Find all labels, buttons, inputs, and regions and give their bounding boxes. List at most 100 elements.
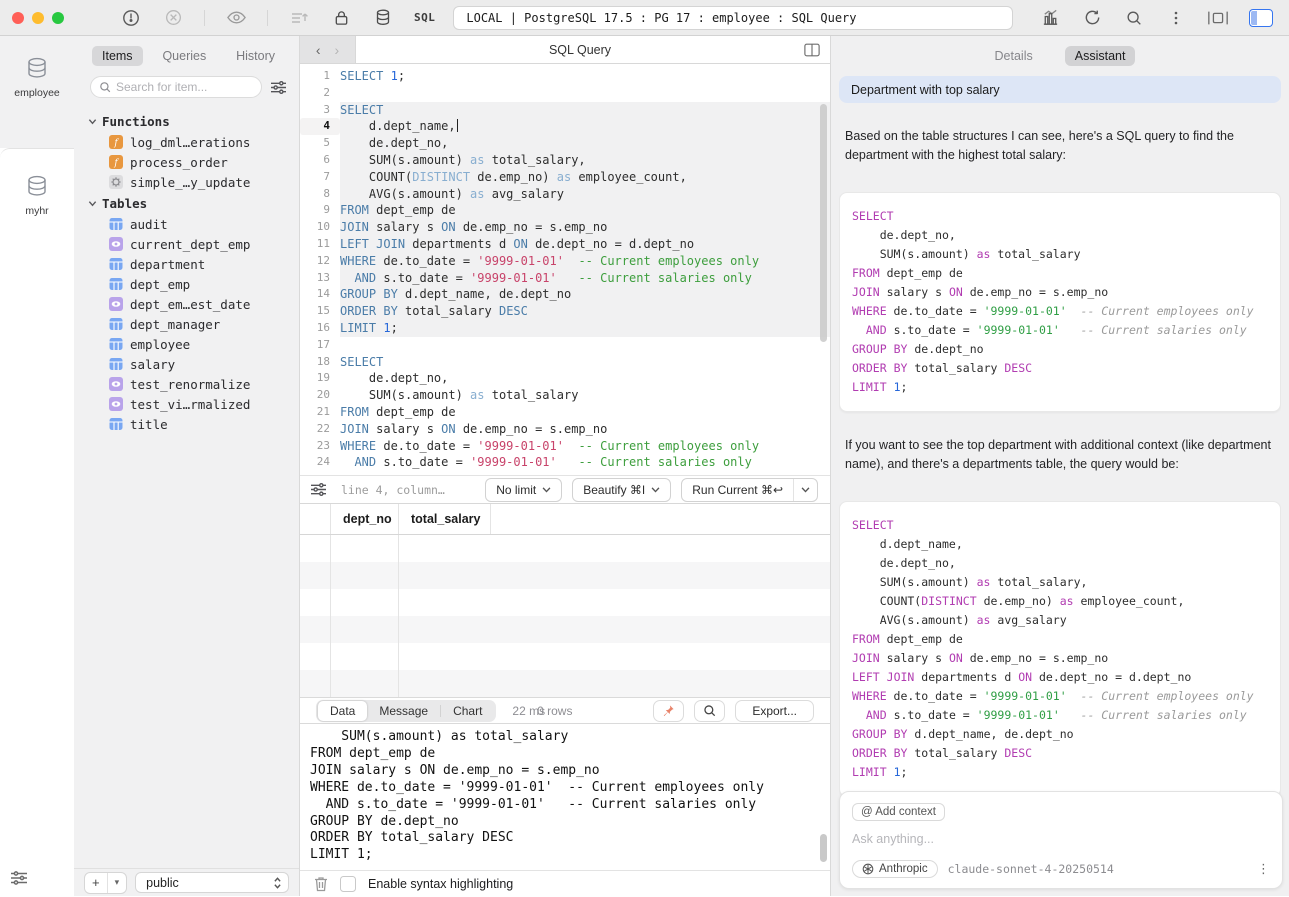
- tree-group-tables[interactable]: Tables: [74, 192, 299, 214]
- tree-item-department[interactable]: department: [74, 254, 299, 274]
- tree-item-dept_emest_date[interactable]: dept_em…est_date: [74, 294, 299, 314]
- editor-line-12[interactable]: 12WHERE de.to_date = '9999-01-01' -- Cur…: [300, 253, 830, 270]
- chevron-down-icon[interactable]: ▾: [107, 873, 127, 893]
- column-header-dept-no[interactable]: dept_no: [330, 504, 398, 534]
- editor-line-2[interactable]: 2: [300, 85, 830, 102]
- pin-button[interactable]: [653, 700, 684, 722]
- run-options-chevron[interactable]: [793, 479, 817, 501]
- eye-icon[interactable]: [225, 7, 247, 29]
- schema-select[interactable]: public: [135, 872, 289, 893]
- editor-line-21[interactable]: 21FROM dept_emp de: [300, 404, 830, 421]
- ai-input-card[interactable]: @ Add context Ask anything... Anthropic …: [839, 791, 1283, 889]
- editor-line-6[interactable]: 6 SUM(s.amount) as total_salary,: [300, 152, 830, 169]
- table-row[interactable]: [300, 616, 830, 643]
- tab-chart[interactable]: Chart: [441, 701, 494, 721]
- toggle-left-panel-button[interactable]: [1249, 9, 1273, 27]
- editor-line-5[interactable]: 5 de.dept_no,: [300, 135, 830, 152]
- export-button[interactable]: Export...: [735, 700, 814, 722]
- editor-line-22[interactable]: 22JOIN salary s ON de.emp_no = s.emp_no: [300, 421, 830, 438]
- table-row[interactable]: [300, 562, 830, 589]
- editor-line-24[interactable]: 24 AND s.to_date = '9999-01-01' -- Curre…: [300, 454, 830, 471]
- connection-employee[interactable]: employee: [0, 54, 74, 99]
- trash-icon[interactable]: [314, 876, 328, 892]
- ask-input-placeholder[interactable]: Ask anything...: [852, 832, 1270, 846]
- sql-editor[interactable]: 1SELECT 1;23SELECT4 d.dept_name,5 de.dep…: [300, 64, 830, 475]
- editor-settings-icon[interactable]: [310, 482, 327, 497]
- beautify-dropdown[interactable]: Beautify ⌘I: [572, 478, 671, 502]
- database-icon[interactable]: [372, 7, 394, 29]
- editor-line-4[interactable]: 4 d.dept_name,: [300, 118, 830, 135]
- table-row[interactable]: [300, 535, 830, 562]
- editor-line-11[interactable]: 11LEFT JOIN departments d ON de.dept_no …: [300, 236, 830, 253]
- tree-item-salary[interactable]: salary: [74, 354, 299, 374]
- editor-line-9[interactable]: 9FROM dept_emp de: [300, 202, 830, 219]
- editor-line-7[interactable]: 7 COUNT(DISTINCT de.emp_no) as employee_…: [300, 169, 830, 186]
- more-icon[interactable]: [1165, 7, 1187, 29]
- close-window-button[interactable]: [12, 12, 24, 24]
- editor-line-14[interactable]: 14GROUP BY d.dept_name, de.dept_no: [300, 286, 830, 303]
- tab-history[interactable]: History: [226, 46, 285, 66]
- tree-item-test_virmalized[interactable]: test_vi…rmalized: [74, 394, 299, 414]
- add-context-button[interactable]: @ Add context: [852, 803, 945, 821]
- zoom-window-button[interactable]: [52, 12, 64, 24]
- tab-message[interactable]: Message: [367, 701, 440, 721]
- tab-queries[interactable]: Queries: [152, 46, 216, 66]
- tree-item-simple_y_update[interactable]: simple_…y_update: [74, 172, 299, 192]
- forward-icon[interactable]: ›: [335, 42, 340, 58]
- syntax-highlighting-checkbox[interactable]: [340, 876, 356, 892]
- minimize-window-button[interactable]: [32, 12, 44, 24]
- editor-line-15[interactable]: 15ORDER BY total_salary DESC: [300, 303, 830, 320]
- sidebar-settings-icon[interactable]: [10, 870, 28, 886]
- editor-line-17[interactable]: 17: [300, 337, 830, 354]
- editor-line-8[interactable]: 8 AVG(s.amount) as avg_salary: [300, 186, 830, 203]
- editor-line-1[interactable]: 1SELECT 1;: [300, 68, 830, 85]
- editor-line-19[interactable]: 19 de.dept_no,: [300, 370, 830, 387]
- tab-details[interactable]: Details: [985, 46, 1043, 66]
- tree-item-log_dmlerations[interactable]: flog_dml…erations: [74, 132, 299, 152]
- tree-item-title[interactable]: title: [74, 414, 299, 434]
- editor-line-16[interactable]: 16LIMIT 1;: [300, 320, 830, 337]
- chart-icon[interactable]: [1039, 7, 1061, 29]
- tree-item-test_renormalize[interactable]: test_renormalize: [74, 374, 299, 394]
- connect-icon[interactable]: [120, 7, 142, 29]
- lock-icon[interactable]: [330, 7, 352, 29]
- table-row[interactable]: [300, 670, 830, 697]
- tree-item-process_order[interactable]: fprocess_order: [74, 152, 299, 172]
- editor-line-18[interactable]: 18SELECT: [300, 354, 830, 371]
- editor-line-10[interactable]: 10JOIN salary s ON de.emp_no = s.emp_no: [300, 219, 830, 236]
- provider-chip[interactable]: Anthropic: [852, 860, 938, 878]
- connection-myhr[interactable]: myhr: [0, 172, 74, 217]
- add-item-label[interactable]: +: [85, 873, 107, 893]
- table-row[interactable]: [300, 589, 830, 616]
- table-row[interactable]: [300, 643, 830, 670]
- editor-scrollbar[interactable]: [820, 104, 827, 342]
- tree-item-audit[interactable]: audit: [74, 214, 299, 234]
- message-panel[interactable]: SUM(s.amount) as total_salaryFROM dept_e…: [300, 724, 830, 870]
- limit-dropdown[interactable]: No limit: [485, 478, 562, 502]
- filter-icon[interactable]: [270, 80, 287, 95]
- run-current-label[interactable]: Run Current ⌘↩: [682, 479, 793, 501]
- tree-item-dept_manager[interactable]: dept_manager: [74, 314, 299, 334]
- center-layout-icon[interactable]: [1207, 7, 1229, 29]
- split-view-icon[interactable]: [804, 43, 820, 57]
- tree-item-current_dept_emp[interactable]: current_dept_emp: [74, 234, 299, 254]
- more-options-icon[interactable]: ⋮: [1257, 861, 1270, 877]
- editor-line-3[interactable]: 3SELECT: [300, 102, 830, 119]
- tree-group-functions[interactable]: Functions: [74, 110, 299, 132]
- editor-line-13[interactable]: 13 AND s.to_date = '9999-01-01' -- Curre…: [300, 270, 830, 287]
- tab-items[interactable]: Items: [92, 46, 143, 66]
- window-title-field[interactable]: LOCAL | PostgreSQL 17.5 : PG 17 : employ…: [453, 6, 1013, 30]
- refresh-icon[interactable]: [1081, 7, 1103, 29]
- conversation-title-banner[interactable]: Department with top salary: [839, 76, 1281, 103]
- editor-tab-title[interactable]: SQL Query: [356, 43, 804, 57]
- search-icon[interactable]: [1123, 7, 1145, 29]
- run-current-button[interactable]: Run Current ⌘↩: [681, 478, 818, 502]
- search-input[interactable]: Search for item...: [90, 76, 262, 98]
- add-item-button[interactable]: + ▾: [84, 872, 127, 894]
- search-results-button[interactable]: [694, 700, 725, 722]
- tree-item-dept_emp[interactable]: dept_emp: [74, 274, 299, 294]
- back-icon[interactable]: ‹: [316, 42, 321, 58]
- tab-data[interactable]: Data: [318, 701, 367, 721]
- editor-line-23[interactable]: 23WHERE de.to_date = '9999-01-01' -- Cur…: [300, 438, 830, 455]
- editor-line-20[interactable]: 20 SUM(s.amount) as total_salary: [300, 387, 830, 404]
